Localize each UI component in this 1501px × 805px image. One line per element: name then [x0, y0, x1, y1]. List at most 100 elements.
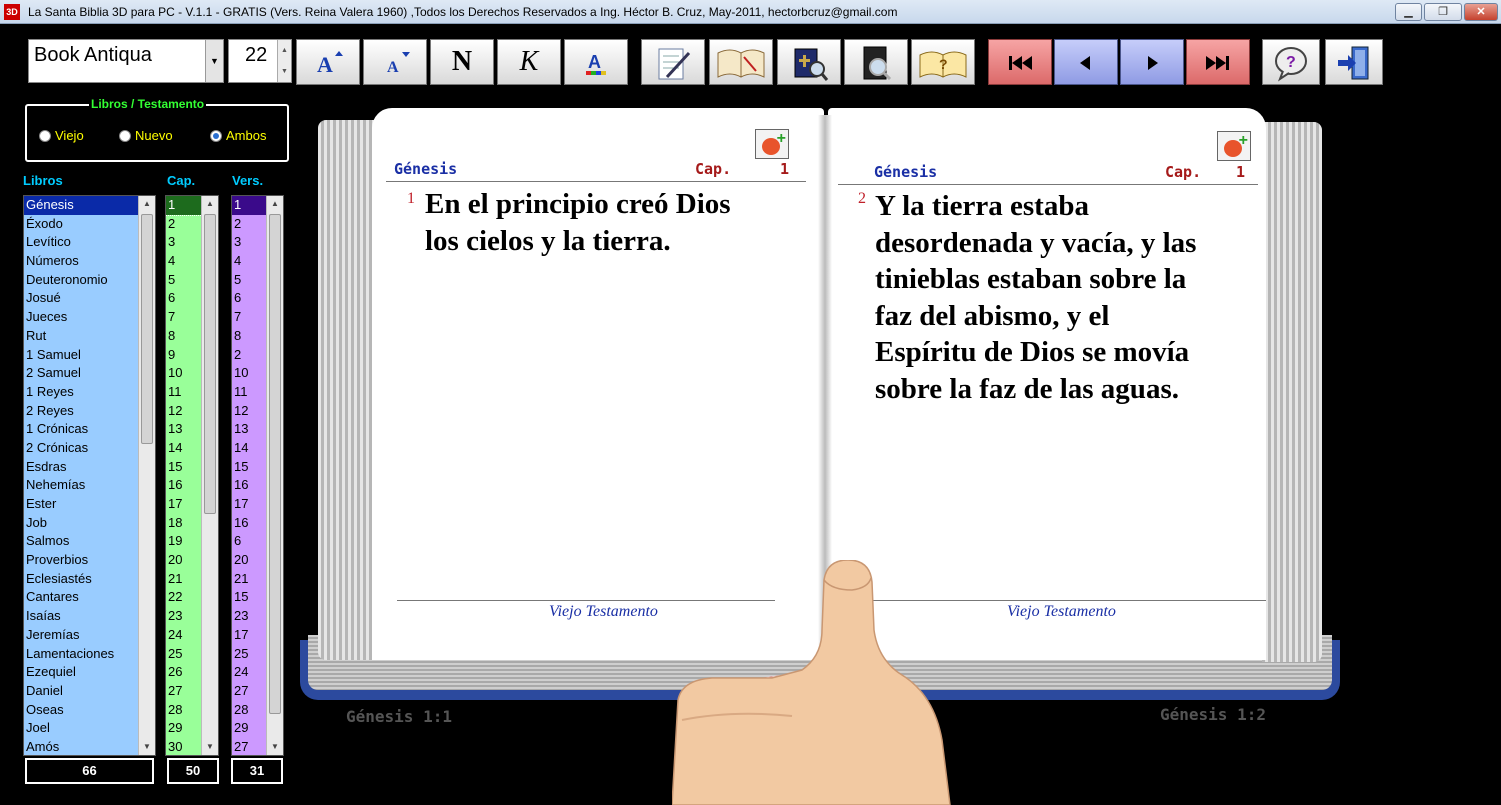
- verses-scrollbar[interactable]: ▲ ▼: [266, 196, 283, 755]
- radio-nuevo[interactable]: Nuevo: [119, 128, 173, 143]
- book-list-item[interactable]: Génesis: [24, 196, 155, 215]
- help-button[interactable]: ?: [1262, 39, 1320, 85]
- scroll-thumb[interactable]: [141, 214, 153, 444]
- exit-button[interactable]: [1325, 39, 1383, 85]
- verse-line: los cielos y la tierra.: [425, 224, 671, 257]
- book-list-item[interactable]: Joel: [24, 719, 155, 738]
- last-icon: [1206, 56, 1229, 70]
- previous-button[interactable]: [1054, 39, 1118, 85]
- chapters-list[interactable]: 1 2 3 4 5 6 7 8 9 10 11 12 13 14 15 16 17 18 19 20 21 22 23 24 2…: [165, 195, 219, 756]
- book-list-item[interactable]: Números: [24, 252, 155, 271]
- scroll-up-icon[interactable]: ▲: [202, 196, 218, 212]
- minimize-button[interactable]: ▁: [1395, 3, 1422, 21]
- book-list-item[interactable]: 1 Reyes: [24, 383, 155, 402]
- book-list-item[interactable]: Jueces: [24, 308, 155, 327]
- book-list-item[interactable]: Salmos: [24, 532, 155, 551]
- right-page-footer: Viejo Testamento: [1007, 603, 1116, 620]
- first-button[interactable]: [988, 39, 1052, 85]
- book-list-item[interactable]: Levítico: [24, 233, 155, 252]
- right-page-cap-number: 1: [1236, 163, 1246, 181]
- radio-icon: [39, 130, 51, 142]
- bold-icon: N: [451, 46, 473, 77]
- font-increase-button[interactable]: A: [296, 39, 360, 85]
- font-decrease-button[interactable]: A: [363, 39, 427, 85]
- book-list-item[interactable]: Eclesiastés: [24, 570, 155, 589]
- book-list-item[interactable]: 1 Samuel: [24, 346, 155, 365]
- left-page-book: Génesis: [394, 160, 458, 178]
- spin-arrows-icon[interactable]: ▲ ▼: [277, 40, 291, 82]
- left-page-cap-label: Cap.: [695, 160, 732, 178]
- book-list-item[interactable]: Ester: [24, 495, 155, 514]
- book-list-item[interactable]: Esdras: [24, 458, 155, 477]
- scroll-down-icon[interactable]: ▼: [267, 739, 283, 755]
- verses-list[interactable]: 1 2 3 4 5 6 7 8 2 10 11 12 13 14 15 16 17 16 6 20 21 15 23 17 25…: [231, 195, 284, 756]
- svg-text:A: A: [588, 52, 601, 72]
- book-list-item[interactable]: Éxodo: [24, 215, 155, 234]
- thumb-hand-icon: [672, 560, 951, 805]
- book-list-item[interactable]: Isaías: [24, 607, 155, 626]
- book-list-item[interactable]: Lamentaciones: [24, 645, 155, 664]
- chevron-down-icon[interactable]: ▼: [205, 40, 223, 82]
- scroll-thumb[interactable]: [269, 214, 281, 714]
- book-list-item[interactable]: Daniel: [24, 682, 155, 701]
- verse-line: desordenada y vacía, y las: [875, 226, 1197, 259]
- notes-icon: [658, 48, 691, 80]
- book-list-item[interactable]: 2 Samuel: [24, 364, 155, 383]
- close-button[interactable]: ✕: [1464, 3, 1498, 21]
- right-page-reference: Génesis 1:2: [1160, 705, 1266, 724]
- bold-button[interactable]: N: [430, 39, 494, 85]
- italic-button[interactable]: K: [497, 39, 561, 85]
- book-list-item[interactable]: Deuteronomio: [24, 271, 155, 290]
- first-icon: [1009, 56, 1032, 70]
- book-list-item[interactable]: Josué: [24, 289, 155, 308]
- book-list-item[interactable]: 2 Reyes: [24, 402, 155, 421]
- title-bar: 3D La Santa Biblia 3D para PC - V.1.1 - …: [0, 0, 1501, 24]
- book-list-item[interactable]: Jeremías: [24, 626, 155, 645]
- book-list-item[interactable]: Proverbios: [24, 551, 155, 570]
- search-page-icon: [863, 46, 892, 81]
- scroll-up-icon[interactable]: ▲: [139, 196, 155, 212]
- chapters-scrollbar[interactable]: ▲ ▼: [201, 196, 218, 755]
- font-color-button[interactable]: A: [564, 39, 628, 85]
- book-list-item[interactable]: 1 Crónicas: [24, 420, 155, 439]
- books-count: 66: [25, 758, 154, 784]
- last-button[interactable]: [1186, 39, 1250, 85]
- font-size-stepper[interactable]: 22 ▲ ▼: [228, 39, 292, 83]
- book-list-item[interactable]: Ezequiel: [24, 663, 155, 682]
- maximize-button[interactable]: ❐: [1424, 3, 1462, 21]
- book-list-item[interactable]: Rut: [24, 327, 155, 346]
- right-page-book: Génesis: [874, 163, 938, 181]
- book-list-item[interactable]: Amós: [24, 738, 155, 755]
- scroll-down-icon[interactable]: ▼: [202, 739, 218, 755]
- verse-line: Espíritu de Dios se movía: [875, 336, 1190, 368]
- radio-selected-icon: [210, 130, 222, 142]
- book-list-item[interactable]: 2 Crónicas: [24, 439, 155, 458]
- book-list-item[interactable]: Job: [24, 514, 155, 533]
- radio-nuevo-label: Nuevo: [135, 128, 173, 143]
- right-page-cap-label: Cap.: [1165, 163, 1202, 181]
- book-list-item[interactable]: Nehemías: [24, 476, 155, 495]
- book-list-item[interactable]: Cantares: [24, 588, 155, 607]
- next-button[interactable]: [1120, 39, 1184, 85]
- books-scrollbar[interactable]: ▲ ▼: [138, 196, 155, 755]
- scroll-down-icon[interactable]: ▼: [139, 739, 155, 755]
- reading-book-button[interactable]: [709, 39, 773, 85]
- open-book-button[interactable]: ?: [911, 39, 975, 85]
- notes-button[interactable]: [641, 39, 705, 85]
- scroll-thumb[interactable]: [204, 214, 216, 514]
- verses-count: 31: [231, 758, 283, 784]
- svg-text:?: ?: [1286, 54, 1296, 71]
- add-favorite-button[interactable]: +: [1217, 131, 1251, 161]
- radio-viejo[interactable]: Viejo: [39, 128, 84, 143]
- radio-ambos[interactable]: Ambos: [210, 128, 266, 143]
- font-family-select[interactable]: Book Antiqua ▼: [28, 39, 224, 83]
- scroll-up-icon[interactable]: ▲: [267, 196, 283, 212]
- search-bible-button[interactable]: [777, 39, 841, 85]
- search-page-button[interactable]: [844, 39, 908, 85]
- books-list[interactable]: Génesis Éxodo Levítico Números Deuteronomio J…: [23, 195, 156, 756]
- add-favorite-button[interactable]: +: [755, 129, 789, 159]
- radio-ambos-label: Ambos: [226, 128, 267, 143]
- reading-book-icon: [717, 49, 765, 78]
- italic-icon: K: [519, 46, 539, 77]
- book-list-item[interactable]: Oseas: [24, 701, 155, 720]
